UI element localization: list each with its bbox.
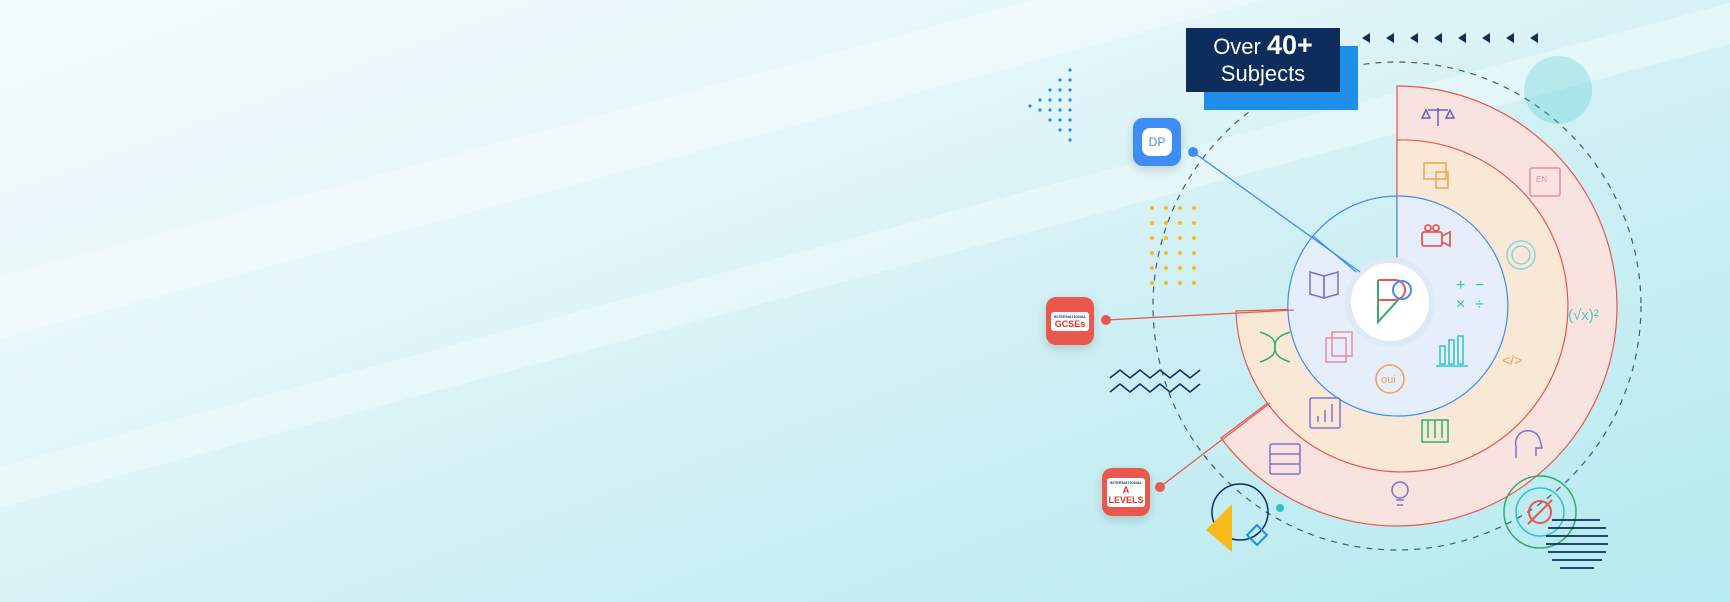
target-decoration xyxy=(1503,475,1577,549)
striped-circle-decoration xyxy=(1546,519,1608,569)
dp-label: DP xyxy=(1142,128,1172,156)
code-icon: </> xyxy=(1502,352,1522,368)
svg-text:−: − xyxy=(1475,277,1484,294)
svg-text:</>: </> xyxy=(1502,352,1522,368)
subject-diagram: EN + − × ÷ (√x)² </> oui xyxy=(1028,33,1642,569)
triangle-row-decoration xyxy=(1362,33,1538,43)
svg-text:×: × xyxy=(1456,296,1465,313)
alevel-programme-tile[interactable]: INTERNATIONAL A LEVELS xyxy=(1102,468,1150,516)
igcse-top-label: INTERNATIONAL xyxy=(1053,313,1087,319)
dp-programme-tile[interactable]: DP xyxy=(1133,118,1181,166)
badge-suffix: Subjects xyxy=(1220,61,1306,86)
zigzag-decoration xyxy=(1109,369,1201,393)
blue-dot-triangle xyxy=(1028,68,1072,142)
badge-count: 40+ xyxy=(1267,30,1313,60)
geometric-bottom-decoration xyxy=(1206,483,1284,552)
svg-text:+: + xyxy=(1456,277,1465,294)
subjects-badge: Over 40+ Subjects xyxy=(1186,28,1340,92)
teal-dot-cluster xyxy=(1524,56,1592,124)
dp-connector xyxy=(1192,151,1361,273)
yellow-dot-grid xyxy=(1150,206,1196,285)
svg-text:EN: EN xyxy=(1536,175,1547,184)
alevel-main-label: A LEVELS xyxy=(1108,484,1144,505)
badge-prefix: Over xyxy=(1213,34,1261,59)
svg-text:(√x)²: (√x)² xyxy=(1568,307,1599,324)
igcse-main-label: GCSEs xyxy=(1054,318,1086,329)
alevel-top-label: INTERNATIONAL xyxy=(1109,479,1143,485)
function-icon: (√x)² xyxy=(1568,307,1599,324)
igcse-programme-tile[interactable]: INTERNATIONAL GCSEs xyxy=(1046,297,1094,345)
svg-text:÷: ÷ xyxy=(1475,296,1484,313)
center-logo xyxy=(1345,257,1435,347)
svg-text:oui: oui xyxy=(1381,374,1396,386)
